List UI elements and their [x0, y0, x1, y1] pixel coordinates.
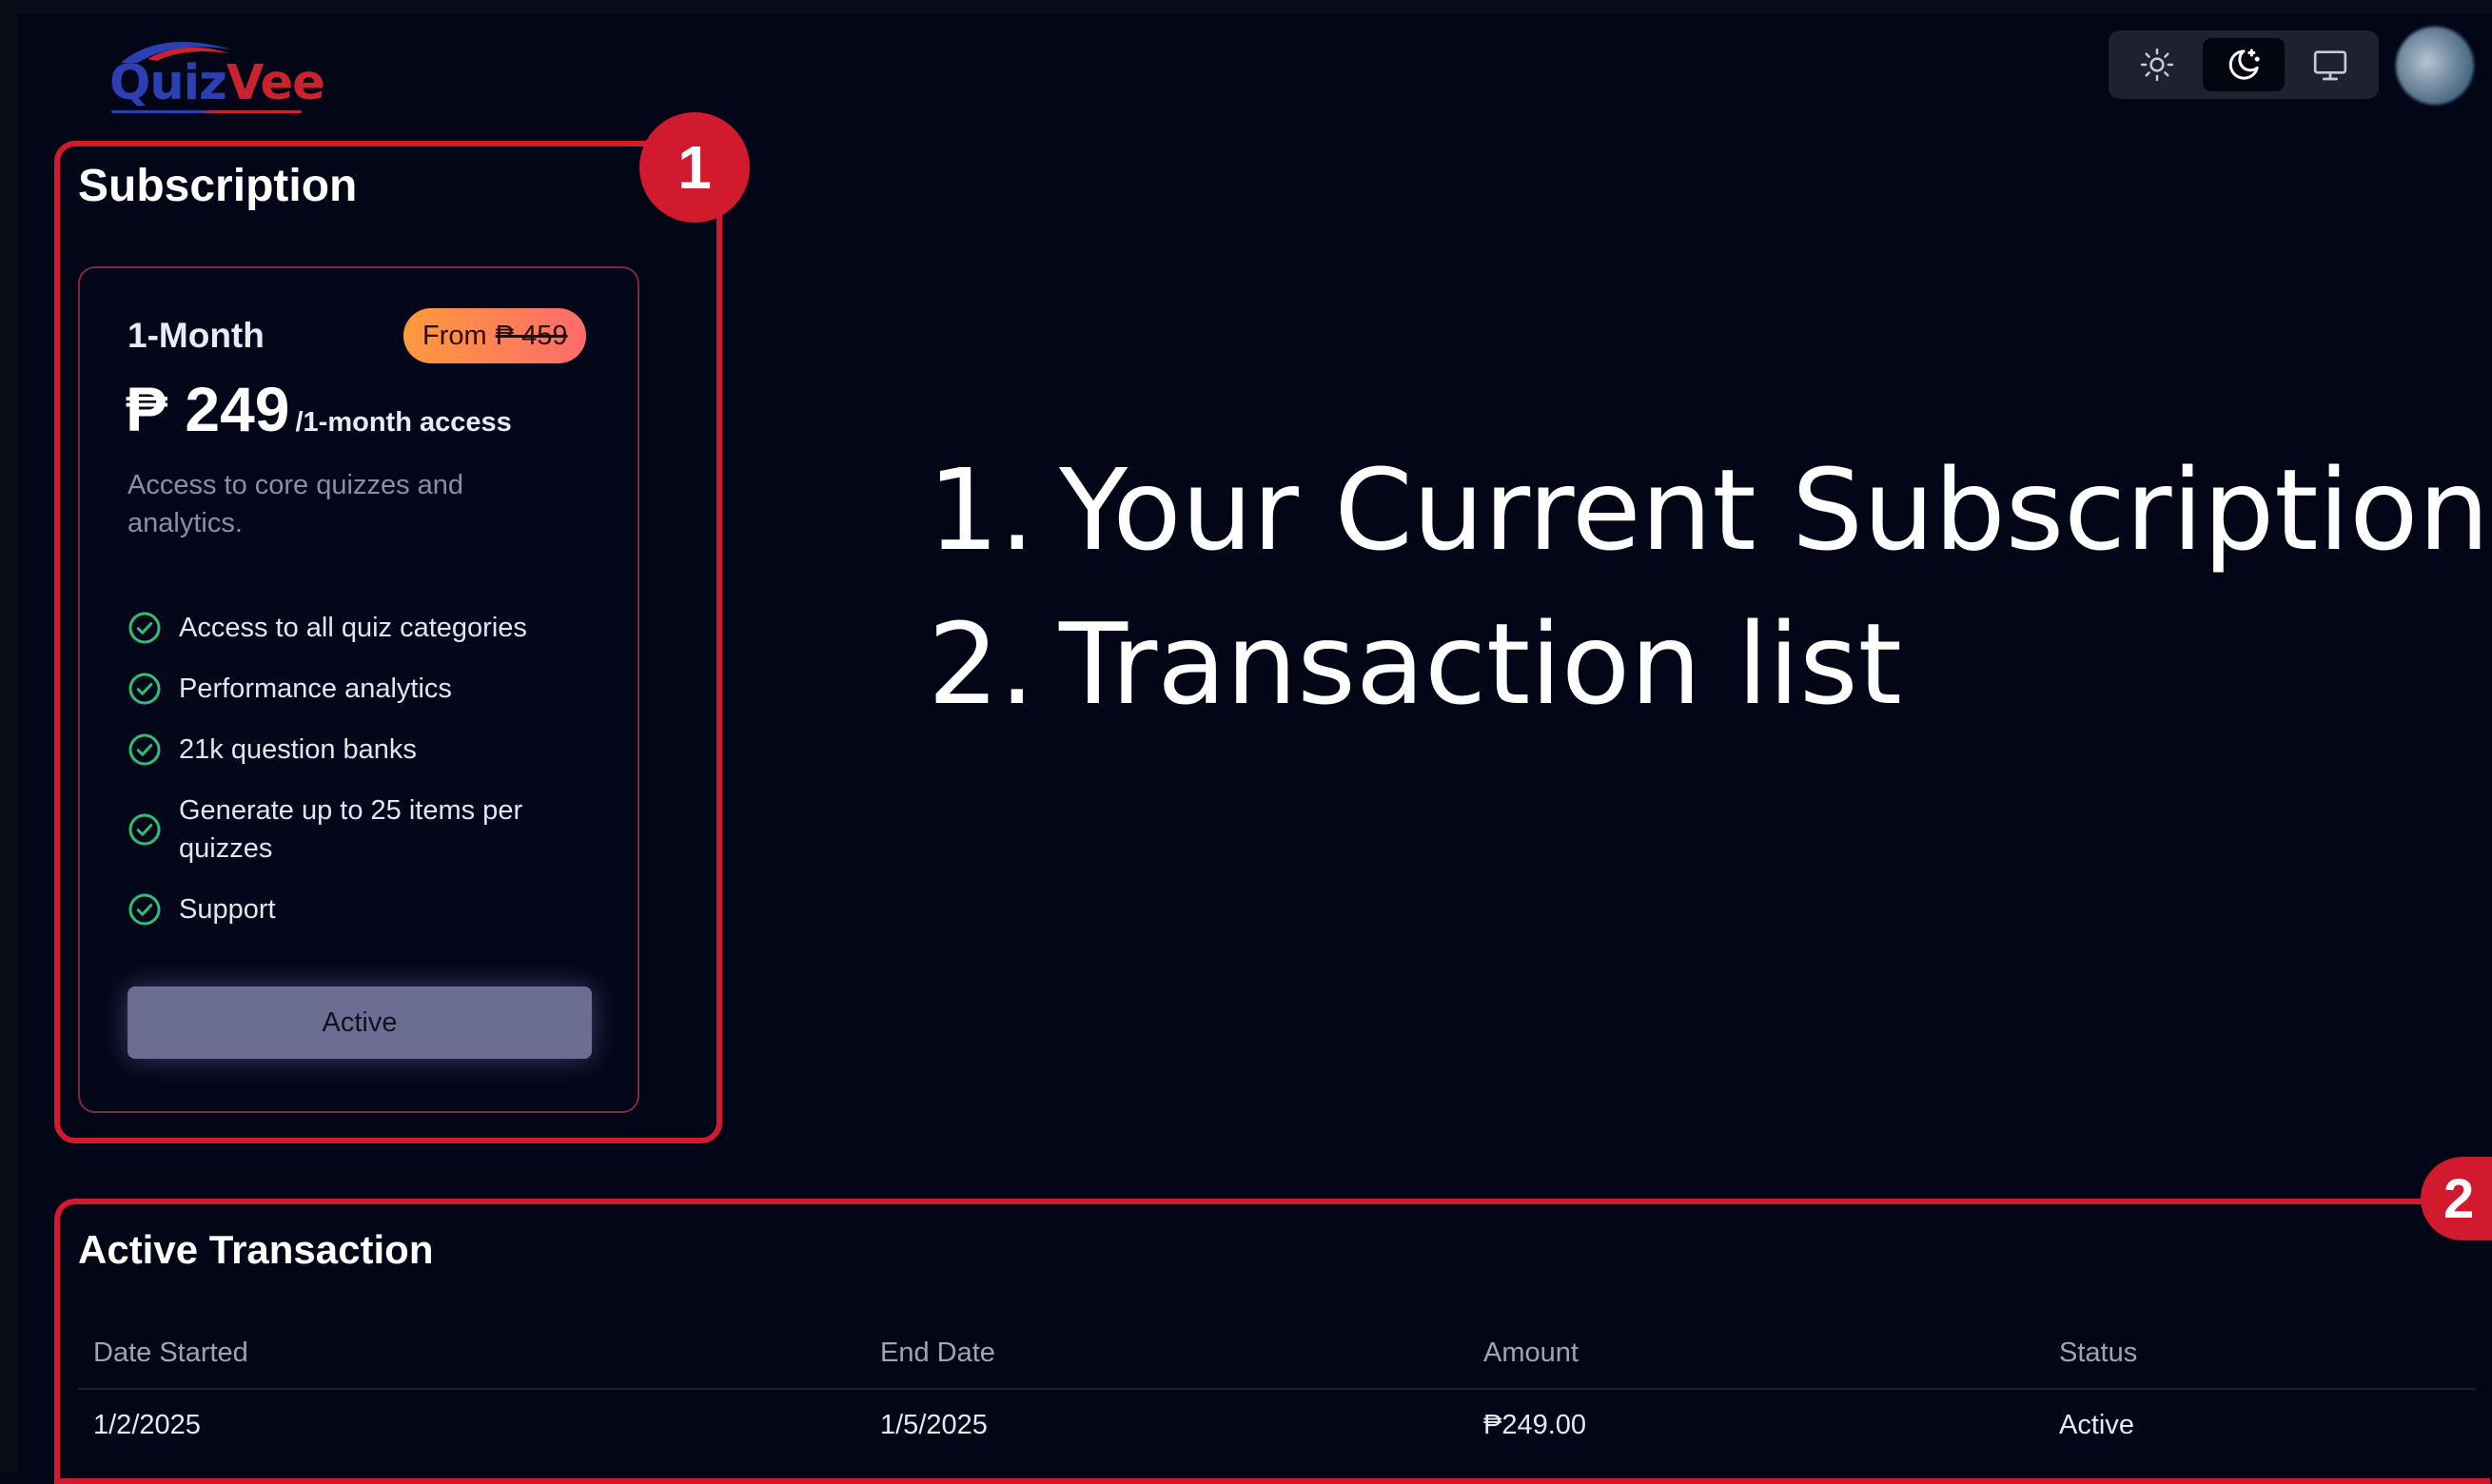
logo-text: QuizVee	[109, 59, 325, 107]
feature-label: Generate up to 25 items per quizzes	[179, 795, 523, 864]
feature-label: Support	[179, 894, 276, 925]
theme-light-button[interactable]	[2116, 38, 2198, 91]
feature-item: Support	[128, 890, 603, 928]
logo-underline	[111, 110, 302, 113]
theme-toggle	[2109, 30, 2379, 99]
feature-label: Performance analytics	[179, 674, 452, 704]
plan-price-row: ₱ 249 /1-month access	[126, 373, 512, 445]
theme-dark-button[interactable]	[2203, 38, 2285, 91]
quizvee-logo[interactable]: QuizVee	[109, 36, 325, 117]
user-avatar[interactable]	[2396, 27, 2474, 105]
annotation-list: 1. Your Current Subscription 2. Transact…	[928, 433, 2489, 741]
annotation-item: 1. Your Current Subscription	[928, 433, 2489, 587]
check-circle-icon	[128, 733, 161, 766]
column-header-date-started: Date Started	[93, 1337, 248, 1368]
window-left-edge	[0, 0, 17, 1472]
column-header-amount: Amount	[1483, 1337, 1579, 1368]
subscription-title: Subscription	[78, 161, 358, 211]
moon-icon	[2228, 49, 2260, 80]
plan-card: 1-Month From ₱ 459 ₱ 249 /1-month access…	[78, 266, 639, 1113]
sun-icon	[2140, 48, 2174, 82]
annotation-text: Your Current Subscription	[1059, 444, 2490, 576]
check-circle-icon	[128, 813, 161, 846]
check-circle-icon	[128, 893, 161, 926]
feature-item: Performance analytics	[128, 670, 603, 708]
plan-description: Access to core quizzes and analytics.	[128, 470, 464, 538]
feature-label: Access to all quiz categories	[179, 613, 527, 643]
plan-name: 1-Month	[128, 316, 265, 355]
column-header-end-date: End Date	[880, 1337, 995, 1368]
cell-end-date: 1/5/2025	[880, 1409, 988, 1440]
annotation-number: 2.	[928, 598, 1035, 730]
logo-text-vee: Vee	[226, 55, 325, 111]
feature-item: Generate up to 25 items per quizzes	[128, 791, 603, 868]
badge-old-price: ₱ 459	[495, 320, 568, 351]
cell-amount: ₱249.00	[1483, 1409, 1587, 1440]
column-header-status: Status	[2059, 1337, 2138, 1368]
feature-label: 21k question banks	[179, 734, 417, 765]
cell-status: Active	[2059, 1409, 2134, 1440]
logo-text-quiz: Quiz	[109, 55, 227, 111]
annotation-text: Transaction list	[1059, 598, 1902, 730]
feature-item: 21k question banks	[128, 731, 603, 769]
plan-discount-badge: From ₱ 459	[403, 308, 587, 363]
annotation-number: 1.	[928, 444, 1035, 576]
cell-date-started: 1/2/2025	[93, 1409, 201, 1440]
badge-prefix: From	[422, 320, 487, 351]
check-circle-icon	[128, 612, 161, 644]
annotation-badge-1: 1	[639, 112, 750, 223]
transactions-title: Active Transaction	[78, 1227, 434, 1272]
table-header-row: Date Started End Date Amount Status	[78, 1318, 2476, 1390]
theme-system-button[interactable]	[2289, 38, 2371, 91]
feature-list: Access to all quiz categories Performanc…	[128, 609, 603, 951]
check-circle-icon	[128, 673, 161, 705]
transactions-table: Date Started End Date Amount Status 1/2/…	[78, 1318, 2476, 1460]
annotation-item: 2. Transaction list	[928, 587, 2489, 741]
monitor-icon	[2313, 50, 2347, 81]
plan-active-button[interactable]: Active	[128, 986, 592, 1059]
feature-item: Access to all quiz categories	[128, 609, 603, 647]
window-top-edge	[0, 0, 2492, 13]
table-row[interactable]: 1/2/2025 1/5/2025 ₱249.00 Active	[78, 1390, 2476, 1460]
plan-period: /1-month access	[295, 407, 512, 438]
plan-price: ₱ 249	[126, 374, 290, 444]
